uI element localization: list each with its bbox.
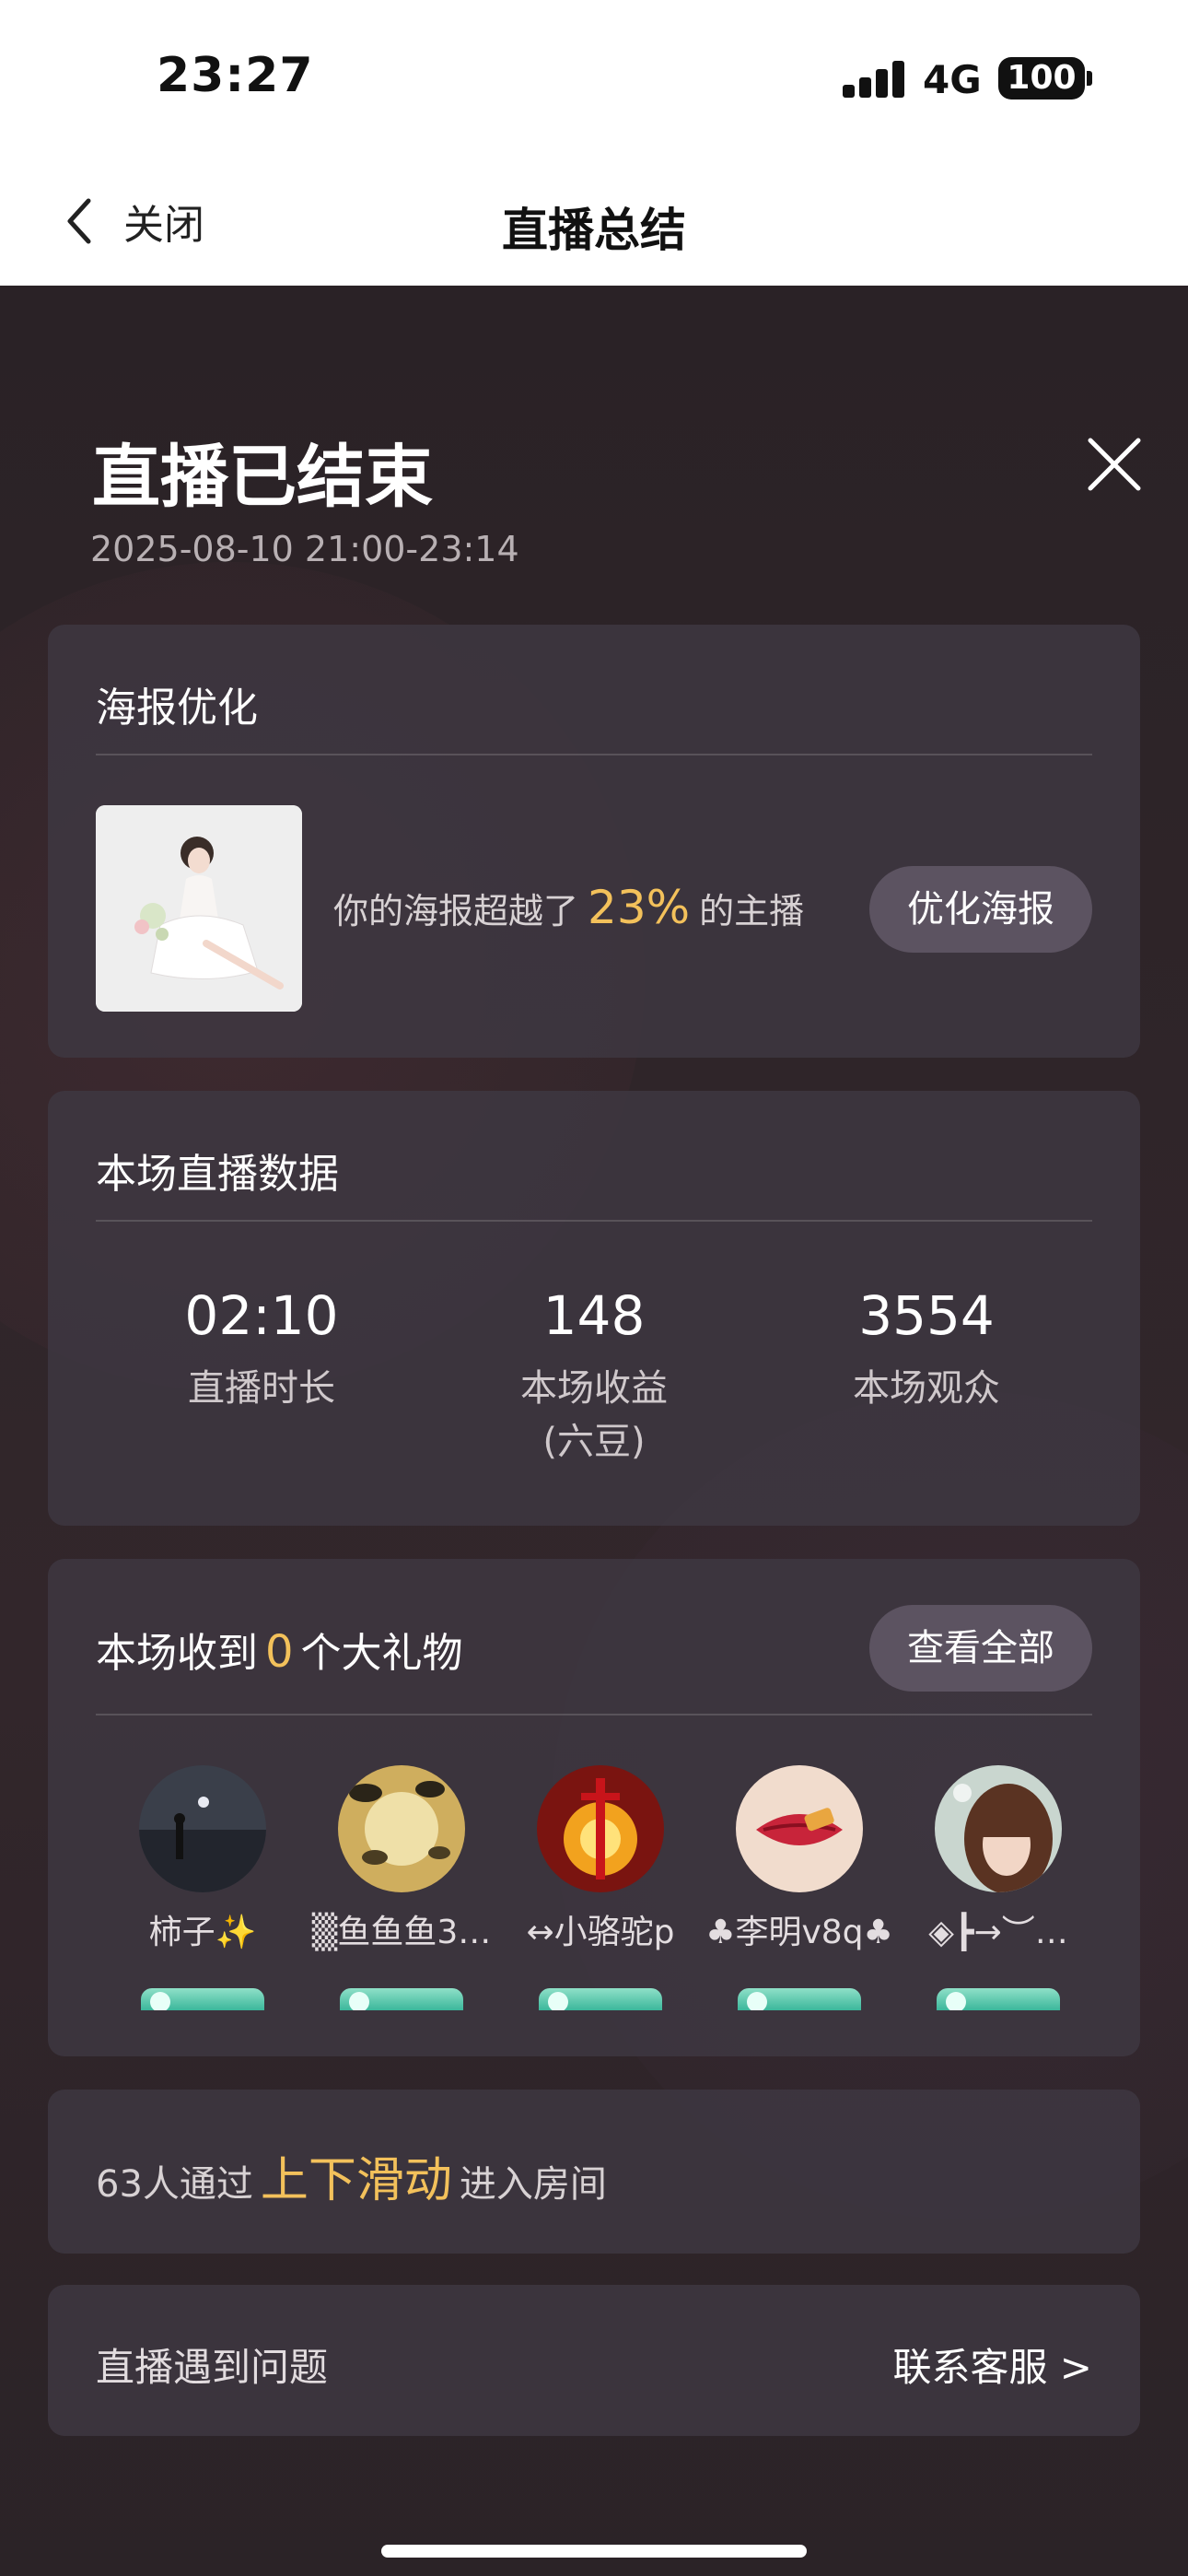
divider (96, 1714, 1092, 1715)
gifter-item[interactable]: ♣李明v8q♣ (698, 1765, 901, 2010)
live-summary-content: 直播已结束 2025-08-10 21:00-23:14 海报优化 你的海报超越… (0, 286, 1188, 2576)
live-ended-title: 直播已结束 (92, 438, 433, 517)
battery-tip (1087, 71, 1092, 86)
live-stats-card: 本场直播数据 02:10 直播时长 148 本场收益 (六豆) 3554 本场观… (48, 1091, 1140, 1526)
gifter-item[interactable]: ▒鱼鱼鱼3… (300, 1765, 503, 2010)
stat-value: 148 (542, 1284, 646, 1347)
support-card[interactable]: 直播遇到问题 联系客服 > (48, 2285, 1140, 2436)
night-silhouette-avatar (139, 1765, 266, 1892)
swipe-highlight: 上下滑动 (260, 2153, 452, 2208)
swipe-entry-card: 63人通过 上下滑动 进入房间 (48, 2090, 1140, 2254)
nav-bar: 关闭 直播总结 (0, 157, 1188, 286)
status-bar: 23:27 4G 100 (0, 0, 1188, 157)
gifter-name: ◈┣→︶… (928, 1914, 1068, 1951)
gifter-name: ↔小骆驼p (526, 1914, 675, 1951)
poster-rank-text: 你的海报超越了 23% 的主播 (333, 881, 804, 934)
gifter-item[interactable]: ↔小骆驼p (499, 1765, 702, 2010)
gifts-title-suffix: 个大礼物 (300, 1630, 463, 1677)
status-time: 23:27 (157, 48, 314, 103)
stat-value: 02:10 (184, 1284, 339, 1347)
poster-card-title: 海报优化 (96, 685, 258, 732)
home-indicator[interactable] (381, 2545, 807, 2558)
swipe-suffix: 进入房间 (459, 2163, 607, 2206)
gifts-card-title: 本场收到 0 个大礼物 (96, 1620, 463, 1679)
optimize-poster-button[interactable]: 优化海报 (869, 866, 1092, 953)
stat-duration: 02:10 直播时长 (96, 1284, 427, 1415)
lips-avatar (736, 1765, 863, 1892)
poster-image (96, 805, 302, 1012)
poster-optimization-card: 海报优化 你的海报超越了 23% 的主播 优化海报 (48, 625, 1140, 1058)
level-badge (340, 1988, 463, 2010)
level-badge (738, 1988, 861, 2010)
stat-label-unit: (六豆) (542, 1421, 646, 1463)
gifts-title-prefix: 本场收到 (96, 1630, 258, 1677)
flaming-sword-avatar (537, 1765, 664, 1892)
poster-text-prefix: 你的海报超越了 (333, 891, 579, 931)
battery-icon: 100 (998, 57, 1085, 100)
live-time-range: 2025-08-10 21:00-23:14 (90, 529, 519, 569)
level-badge (539, 1988, 662, 2010)
gifter-item[interactable]: ◈┣→︶… (897, 1765, 1100, 2010)
stat-label-text: 本场收益 (520, 1367, 668, 1410)
divider (96, 1220, 1092, 1222)
stat-value: 3554 (858, 1284, 995, 1347)
girl-portrait-avatar (935, 1765, 1062, 1892)
level-badge (937, 1988, 1060, 2010)
support-prompt: 直播遇到问题 (96, 2345, 329, 2390)
stat-label: 本场观众 (853, 1367, 1000, 1410)
close-icon[interactable] (1085, 435, 1144, 494)
gifter-name: ▒鱼鱼鱼3… (311, 1914, 492, 1951)
network-type: 4G (923, 57, 982, 102)
poster-text-suffix: 的主播 (699, 891, 805, 931)
floating-islands-avatar (338, 1765, 465, 1892)
stats-card-title: 本场直播数据 (96, 1151, 339, 1198)
cellular-signal-icon (843, 61, 905, 98)
stat-label: 直播时长 (188, 1367, 335, 1410)
page-title: 直播总结 (502, 204, 686, 257)
contact-support-link[interactable]: 联系客服 > (892, 2336, 1092, 2393)
stat-viewers: 3554 本场观众 (761, 1284, 1092, 1415)
stat-label: 本场收益 (六豆) (428, 1362, 760, 1469)
view-all-gifts-button[interactable]: 查看全部 (869, 1605, 1092, 1692)
divider (96, 754, 1092, 755)
level-badge (141, 1988, 264, 2010)
gifter-name: ♣李明v8q♣ (705, 1914, 893, 1951)
big-gifts-card: 本场收到 0 个大礼物 查看全部 柿子✨ ▒鱼鱼鱼3… ↔小骆驼p ♣李明v8q… (48, 1559, 1140, 2056)
gifter-name: 柿子✨ (148, 1914, 257, 1951)
swipe-entry-text: 63人通过 上下滑动 进入房间 (96, 2141, 607, 2210)
gifter-item[interactable]: 柿子✨ (101, 1765, 304, 2010)
swipe-prefix: 63人通过 (96, 2163, 253, 2206)
gifts-count: 0 (265, 1626, 294, 1678)
stat-earnings: 148 本场收益 (六豆) (428, 1284, 760, 1469)
poster-percent: 23% (588, 881, 691, 934)
poster-thumbnail[interactable] (96, 805, 302, 1012)
